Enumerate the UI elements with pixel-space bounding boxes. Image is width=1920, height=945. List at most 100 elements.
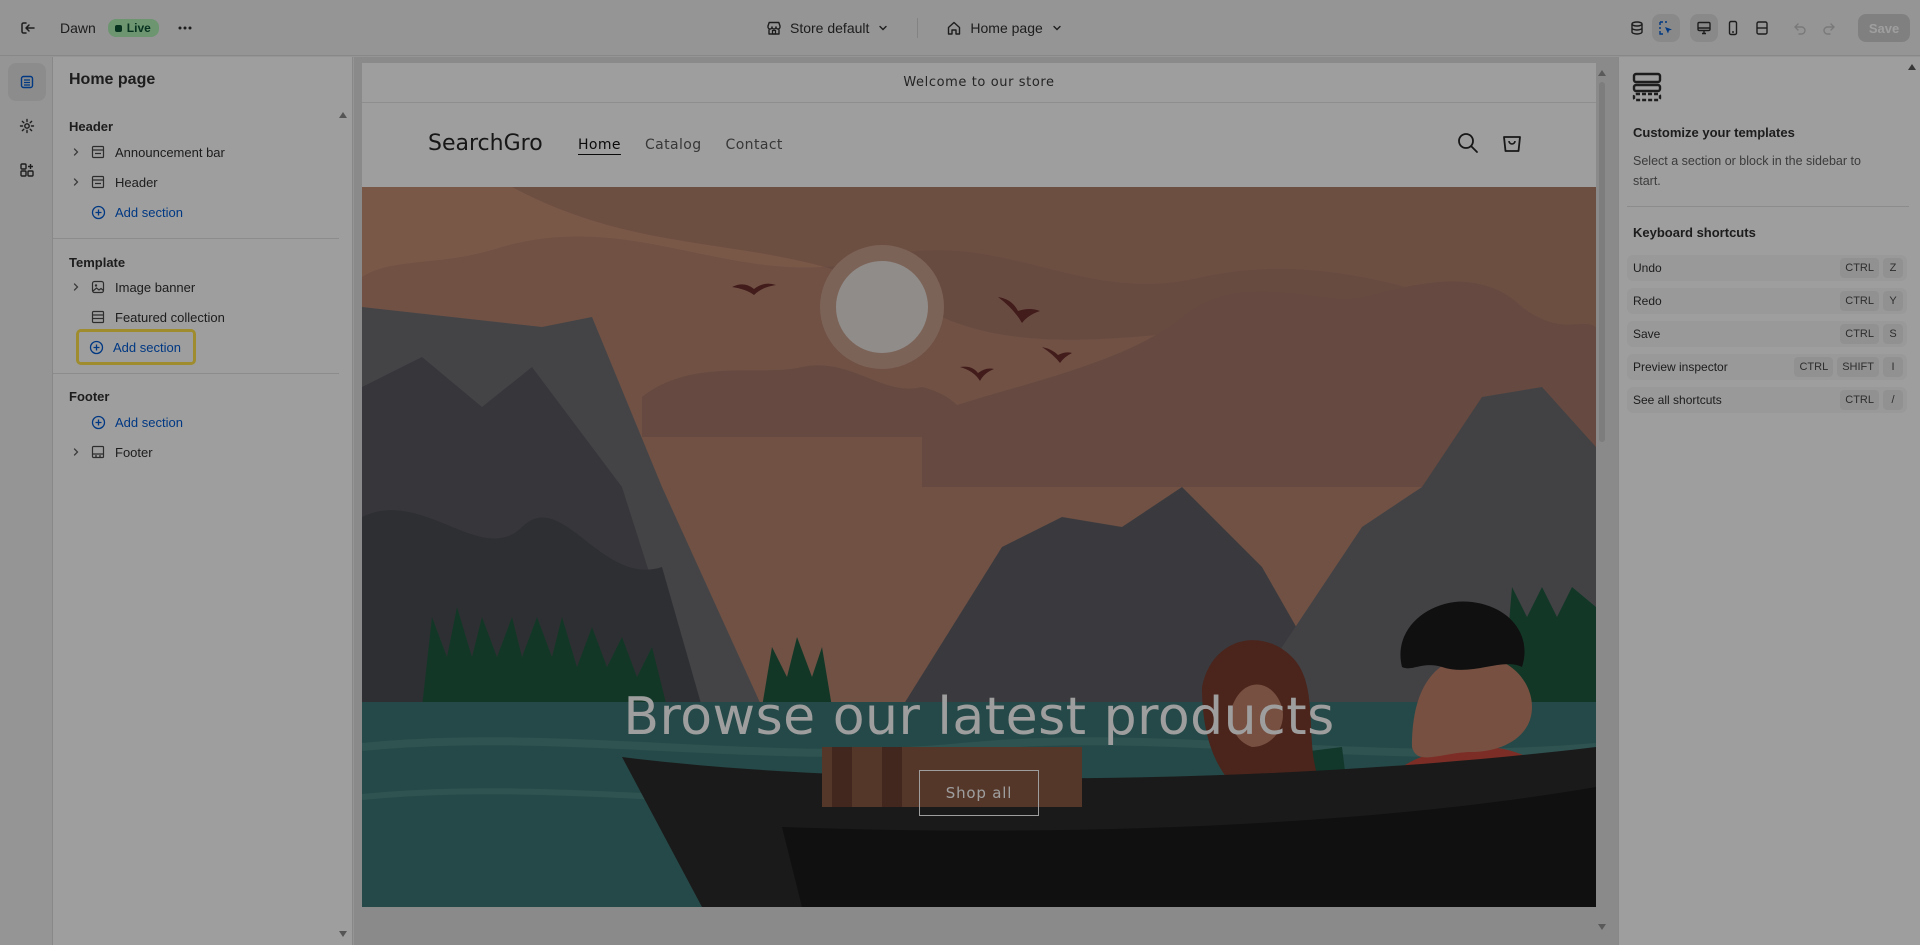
- store-selector-label: Store default: [790, 20, 870, 36]
- mobile-view-button[interactable]: [1719, 14, 1747, 42]
- nav-home[interactable]: Home: [578, 137, 621, 153]
- more-horizontal-icon: [178, 26, 192, 30]
- live-label: Live: [126, 21, 151, 35]
- ai-sidekick-button[interactable]: [1623, 14, 1651, 42]
- desktop-view-button[interactable]: [1690, 14, 1718, 42]
- template-layout-icon: [1631, 71, 1663, 106]
- store-icon: [767, 21, 781, 35]
- hero-title: Browse our latest products: [623, 687, 1335, 747]
- search-icon[interactable]: [1456, 131, 1480, 155]
- shortcut-row-preview-inspector: Preview inspector CTRL SHIFT I: [1627, 354, 1907, 380]
- footer-section-icon: [89, 445, 107, 459]
- store-selector[interactable]: Store default: [760, 20, 895, 36]
- key: CTRL: [1794, 357, 1834, 377]
- key: S: [1883, 324, 1903, 344]
- shortcut-row-see-all[interactable]: See all shortcuts CTRL /: [1627, 387, 1907, 413]
- inspector-scroll-up-icon[interactable]: [1907, 59, 1917, 74]
- add-section-footer-button[interactable]: Add section: [67, 407, 337, 437]
- section-icon: [89, 175, 107, 189]
- shortcut-label: Redo: [1633, 294, 1662, 308]
- key: Z: [1883, 258, 1903, 278]
- theme-name: Dawn: [60, 20, 96, 36]
- store-page: Welcome to our store SearchGro Home Cata…: [362, 63, 1596, 907]
- undo-button[interactable]: [1786, 14, 1814, 42]
- database-icon: [1631, 21, 1643, 35]
- image-banner[interactable]: Browse our latest products Shop all: [362, 187, 1596, 907]
- key: CTRL: [1840, 390, 1879, 410]
- section-label: Featured collection: [115, 309, 225, 325]
- preview-scrollbar[interactable]: [1597, 68, 1607, 934]
- home-icon: [948, 21, 961, 35]
- section-row-announcement-bar[interactable]: Announcement bar: [67, 137, 337, 167]
- more-actions-button[interactable]: [171, 14, 199, 42]
- image-section-icon: [89, 280, 107, 294]
- save-button[interactable]: Save: [1858, 14, 1910, 42]
- shortcut-keys: CTRL Y: [1840, 291, 1903, 311]
- shortcut-label: Preview inspector: [1633, 360, 1728, 374]
- store-logo[interactable]: SearchGro: [428, 131, 543, 156]
- topbar-center: Store default Home page: [760, 14, 1069, 42]
- section-row-header[interactable]: Header: [67, 167, 337, 197]
- inspector-title: Customize your templates: [1633, 125, 1795, 140]
- key: CTRL: [1840, 324, 1879, 344]
- store-nav: Home Catalog Contact: [578, 137, 783, 153]
- topbar-right: Save: [1623, 14, 1910, 42]
- shortcuts-title: Keyboard shortcuts: [1633, 225, 1756, 240]
- rail-apps-button[interactable]: [8, 151, 46, 189]
- shortcut-row-undo: Undo CTRL Z: [1627, 255, 1907, 281]
- shop-all-button[interactable]: Shop all: [919, 770, 1039, 816]
- shortcut-keys: CTRL S: [1840, 324, 1903, 344]
- apps-icon: [20, 163, 34, 177]
- shortcut-label: Undo: [1633, 261, 1662, 275]
- rail-sections-button[interactable]: [8, 63, 46, 101]
- section-label: Announcement bar: [115, 144, 225, 160]
- key: CTRL: [1840, 291, 1879, 311]
- live-dot-icon: [114, 24, 122, 32]
- key: SHIFT: [1837, 357, 1879, 377]
- store-header[interactable]: SearchGro Home Catalog Contact: [362, 103, 1596, 187]
- storefront-preview[interactable]: Welcome to our store SearchGro Home Cata…: [354, 57, 1618, 945]
- expand-chevron-icon[interactable]: [67, 447, 85, 457]
- section-icon: [89, 145, 107, 159]
- topbar-divider: [917, 18, 919, 38]
- expand-chevron-icon[interactable]: [67, 282, 85, 292]
- key: /: [1883, 390, 1903, 410]
- group-label-header: Header: [69, 119, 114, 134]
- chevron-down-icon: [1053, 25, 1061, 31]
- full-width-view-button[interactable]: [1748, 14, 1776, 42]
- inspector-toggle-button[interactable]: [1652, 14, 1680, 42]
- mobile-icon: [1728, 20, 1738, 36]
- section-row-featured-collection[interactable]: Featured collection: [67, 302, 337, 332]
- cart-icon[interactable]: [1500, 131, 1524, 155]
- exit-icon: [21, 22, 35, 34]
- chevron-down-icon: [879, 25, 888, 31]
- plus-circle-icon: [89, 415, 107, 430]
- sections-icon: [20, 75, 34, 89]
- section-row-image-banner[interactable]: Image banner: [67, 272, 337, 302]
- nav-catalog[interactable]: Catalog: [645, 137, 702, 153]
- announcement-bar[interactable]: Welcome to our store: [362, 63, 1596, 103]
- redo-icon: [1823, 23, 1835, 35]
- preview-scrollbar-track: [1598, 70, 1606, 930]
- expand-chevron-icon[interactable]: [67, 147, 85, 157]
- nav-contact[interactable]: Contact: [726, 137, 783, 153]
- plus-circle-icon: [89, 205, 107, 220]
- exit-button[interactable]: [14, 14, 42, 42]
- shortcut-keys: CTRL Z: [1840, 258, 1903, 278]
- scroll-down-arrow-icon[interactable]: [338, 926, 348, 941]
- group-divider: [53, 238, 339, 239]
- page-selector[interactable]: Home page: [940, 20, 1068, 36]
- add-section-template-button[interactable]: Add section: [76, 329, 196, 365]
- redo-button[interactable]: [1815, 14, 1843, 42]
- rail-theme-settings-button[interactable]: [8, 107, 46, 145]
- topbar-left: Dawn Live: [14, 14, 199, 42]
- store-header-icons: [1456, 131, 1524, 155]
- expand-chevron-icon[interactable]: [67, 177, 85, 187]
- add-section-label: Add section: [115, 414, 183, 430]
- group-label-footer: Footer: [69, 389, 110, 404]
- scroll-up-arrow-icon[interactable]: [338, 107, 348, 122]
- highlight-frame: [76, 329, 196, 365]
- section-label: Header: [115, 174, 158, 190]
- section-row-footer[interactable]: Footer: [67, 437, 337, 467]
- add-section-header-button[interactable]: Add section: [67, 197, 337, 227]
